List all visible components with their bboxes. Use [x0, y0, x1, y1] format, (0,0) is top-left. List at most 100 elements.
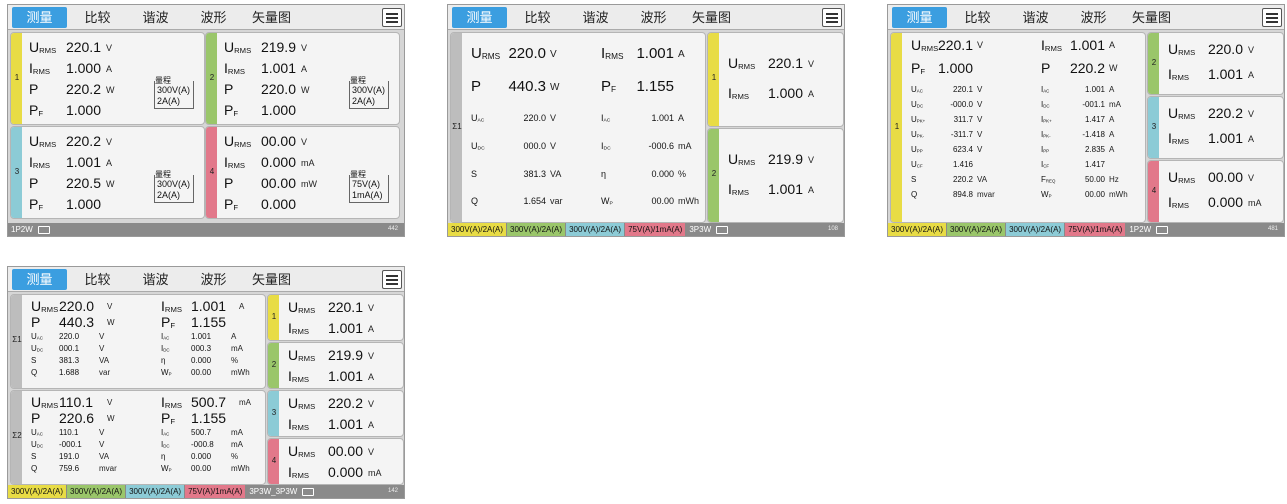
param-label: IRMS: [288, 416, 309, 433]
tab-harmonic[interactable]: 谐波: [1008, 7, 1063, 28]
param-label: S: [31, 452, 37, 461]
param-label: Q: [31, 464, 38, 473]
param-value: 220.2: [65, 81, 101, 97]
param-value: 50.00: [1084, 175, 1105, 184]
param-unit: A: [106, 157, 113, 168]
param-label: WP: [601, 196, 613, 207]
param-unit: mWh: [231, 464, 250, 473]
param-value: 220.1: [767, 55, 803, 71]
status-bar: 300V(A)/2A(A) 300V(A)/2A(A) 300V(A)/2A(A) 7…: [448, 223, 844, 236]
param-value: 220.1: [327, 299, 363, 315]
tab-compare[interactable]: 比较: [950, 7, 1005, 28]
tab-measure[interactable]: 测量: [12, 269, 67, 290]
param-label: UPP: [911, 145, 923, 154]
param-value: 191.0: [59, 452, 80, 461]
tab-compare[interactable]: 比较: [510, 7, 565, 28]
param-label: IPP: [1041, 145, 1050, 154]
channel-strip: 2: [268, 343, 279, 388]
sigma-card-1: Σ1 URMS 220.0 V IRMS 1.001 A P 440.3 W PF 1.155 UAC 2…: [10, 294, 266, 389]
param-value: 1.001: [327, 320, 363, 336]
param-unit: V: [99, 440, 105, 449]
param-value: 0.000: [191, 356, 212, 365]
list-menu-icon[interactable]: [822, 8, 842, 27]
tab-vector[interactable]: 矢量图: [1124, 7, 1179, 28]
tab-waveform[interactable]: 波形: [186, 269, 241, 290]
param-value: 219.9: [260, 39, 296, 55]
param-unit: A: [808, 88, 815, 99]
tab-vector[interactable]: 矢量图: [244, 269, 299, 290]
channel-strip: 1: [11, 33, 22, 124]
param-label: UAC: [31, 428, 43, 437]
range-chip-ch1: 300V(A)/2A(A): [8, 485, 67, 498]
tab-harmonic[interactable]: 谐波: [128, 269, 183, 290]
tab-compare[interactable]: 比较: [70, 269, 125, 290]
channel-strip: 3: [11, 127, 22, 218]
tab-vector[interactable]: 矢量图: [684, 7, 739, 28]
channel-strip: Σ1: [451, 33, 462, 222]
param-label: UPK+: [911, 115, 926, 124]
param-value: 1.155: [636, 78, 674, 95]
param-unit: V: [808, 154, 815, 165]
param-label: PF: [29, 196, 44, 213]
param-label: PF: [224, 102, 239, 119]
param-value: 220.0: [523, 113, 546, 123]
param-unit: V: [550, 141, 557, 151]
param-unit: V: [368, 446, 375, 457]
channel-number: 2: [271, 360, 277, 369]
list-menu-icon[interactable]: [382, 8, 402, 27]
param-label: IRMS: [601, 45, 624, 62]
param-label: PF: [601, 78, 617, 95]
param-unit: V: [1248, 108, 1255, 119]
param-value: 000.3: [191, 344, 212, 353]
channel-number: Σ1: [452, 122, 462, 131]
channel-strip: Σ2: [11, 391, 22, 484]
param-unit: V: [1248, 44, 1255, 55]
param-value: 220.2: [65, 133, 101, 149]
tab-waveform[interactable]: 波形: [626, 7, 681, 28]
param-value: 0.000: [191, 452, 212, 461]
param-value: -000.0: [950, 100, 973, 109]
param-label: P: [29, 81, 39, 97]
screen-4ch-measure: 测量 比较 谐波 波形 矢量图 1 URMS 220.1 V IRMS 1.000 A P 220.2 W P…: [7, 4, 405, 237]
screen-ch1-detail-measure: 测量 比较 谐波 波形 矢量图 1 URMS 220.1 V IRMS 1.001 A PF 1.000 P…: [887, 4, 1285, 237]
param-label: P: [31, 410, 41, 426]
param-value: 219.9: [327, 347, 363, 363]
channel-card-4: 4 URMS 00.00 V IRMS 0.000 mA P 00.00 mW PF 0.000 量程 7…: [205, 126, 400, 219]
param-value: 220.1: [937, 37, 973, 53]
param-label: IDC: [1041, 100, 1050, 109]
channel-number: 3: [1151, 122, 1157, 131]
tab-waveform[interactable]: 波形: [186, 7, 241, 28]
list-menu-icon[interactable]: [1262, 8, 1282, 27]
param-label: UDC: [911, 100, 924, 109]
tab-measure[interactable]: 测量: [892, 7, 947, 28]
usb-icon: [716, 225, 729, 234]
param-value: -000.6: [648, 141, 674, 151]
param-label: IDC: [161, 344, 170, 353]
param-label: IRMS: [224, 60, 245, 77]
tab-vector[interactable]: 矢量图: [244, 7, 299, 28]
tab-measure[interactable]: 测量: [452, 7, 507, 28]
param-label: WP: [161, 368, 172, 377]
param-label: UDC: [31, 344, 44, 353]
param-label: UAC: [31, 332, 43, 341]
param-unit: mvar: [99, 464, 117, 473]
param-value: 1.001: [327, 416, 363, 432]
range-value: 75V(A): [352, 179, 381, 189]
tab-harmonic[interactable]: 谐波: [128, 7, 183, 28]
param-value: 311.7: [953, 115, 973, 124]
param-unit: mA: [1248, 197, 1262, 208]
param-value: 1.000: [65, 102, 101, 118]
list-menu-icon[interactable]: [382, 270, 402, 289]
tab-harmonic[interactable]: 谐波: [568, 7, 623, 28]
tab-waveform[interactable]: 波形: [1066, 7, 1121, 28]
tab-compare[interactable]: 比较: [70, 7, 125, 28]
param-unit: V: [550, 49, 557, 60]
channel-number: 4: [1151, 186, 1157, 195]
param-unit: A: [808, 184, 815, 195]
tab-measure[interactable]: 测量: [12, 7, 67, 28]
param-value: 00.00: [1084, 190, 1105, 199]
param-value: 1.654: [523, 196, 546, 206]
screen-sigma1-sigma2-measure: 测量 比较 谐波 波形 矢量图 Σ1 URMS 220.0 V IRMS 1.001 A P 440.3 W…: [7, 266, 405, 499]
param-label: η: [161, 356, 166, 365]
param-label: S: [911, 175, 917, 184]
